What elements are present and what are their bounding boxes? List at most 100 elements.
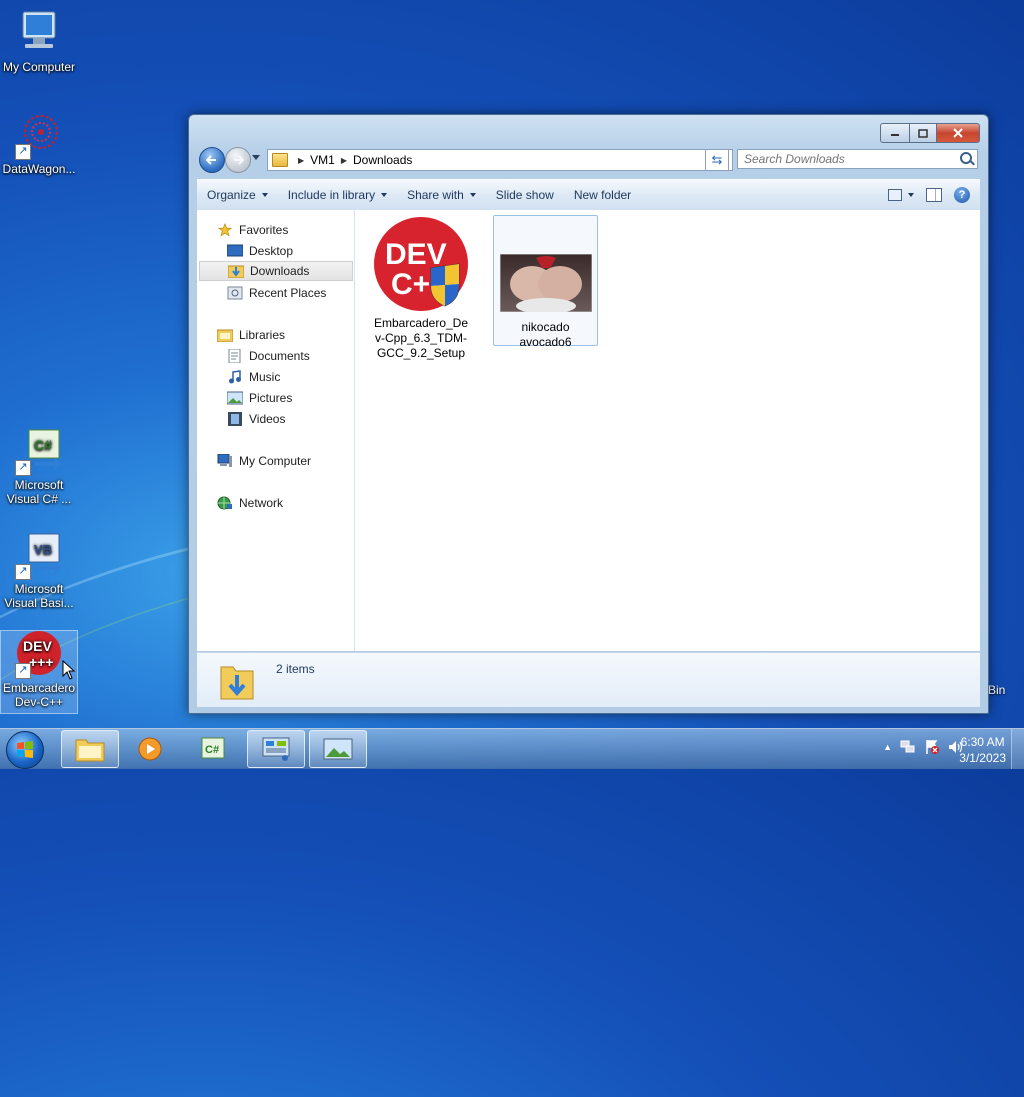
file-name-line: avocado6 bbox=[519, 335, 572, 349]
nav-label: My Computer bbox=[239, 454, 312, 468]
nav-pictures[interactable]: Pictures bbox=[197, 388, 354, 408]
show-desktop-button[interactable] bbox=[1011, 729, 1024, 769]
svg-text:C#: C# bbox=[205, 744, 219, 756]
desktop-icon bbox=[227, 244, 243, 257]
taskbar-visual-csharp-button[interactable]: C# bbox=[184, 730, 242, 768]
show-hidden-icons-icon[interactable]: ▲ bbox=[883, 742, 892, 752]
breadcrumb-separator-icon[interactable]: ▶ bbox=[341, 156, 347, 165]
taskbar-control-panel-button[interactable] bbox=[247, 730, 305, 768]
libraries-icon bbox=[217, 329, 233, 342]
share-label: Share with bbox=[407, 188, 464, 202]
search-icon[interactable] bbox=[960, 152, 972, 164]
nav-recent-places[interactable]: Recent Places bbox=[197, 283, 354, 303]
new-folder-button[interactable]: New folder bbox=[564, 180, 641, 210]
taskbar-explorer-button[interactable] bbox=[61, 730, 119, 768]
clock[interactable]: 6:30 AM 3/1/2023 bbox=[959, 734, 1006, 766]
desktop-icon-label: Microsoft Visual Basi... bbox=[4, 582, 74, 610]
desktop-icon-label: My Computer bbox=[2, 60, 76, 74]
clock-time: 6:30 AM bbox=[960, 735, 1005, 749]
minimize-button[interactable] bbox=[880, 123, 910, 143]
folder-icon bbox=[272, 153, 288, 167]
nav-favorites[interactable]: Favorites bbox=[197, 220, 354, 240]
desktop-icon-visual-basic[interactable]: VB ↗ Microsoft Visual Basi... bbox=[1, 532, 77, 610]
recent-pages-dropdown[interactable] bbox=[252, 155, 260, 160]
details-pane: 2 items bbox=[197, 652, 980, 707]
nav-desktop[interactable]: Desktop bbox=[197, 241, 354, 261]
navigation-row: ▶ VM1 ▶ Downloads ⇆ bbox=[197, 147, 980, 173]
downloads-folder-icon bbox=[220, 666, 254, 700]
visual-csharp-icon: C# bbox=[201, 737, 225, 759]
slide-show-button[interactable]: Slide show bbox=[486, 180, 564, 210]
visual-csharp-icon: C# ↗ bbox=[15, 428, 63, 476]
maximize-button[interactable] bbox=[910, 123, 937, 143]
breadcrumb-downloads[interactable]: Downloads bbox=[353, 153, 412, 167]
taskbar-media-player-button[interactable] bbox=[121, 730, 179, 768]
minimize-icon bbox=[891, 134, 899, 136]
taskbar-image-viewer-button[interactable] bbox=[309, 730, 367, 768]
nav-libraries[interactable]: Libraries bbox=[197, 325, 354, 345]
file-name-line: nikocado bbox=[521, 320, 570, 334]
close-icon bbox=[953, 128, 963, 138]
svg-text:DEV: DEV bbox=[23, 638, 52, 654]
nav-videos[interactable]: Videos bbox=[197, 409, 354, 429]
nav-my-computer[interactable]: My Computer bbox=[197, 451, 354, 471]
desktop-icon-datawagon[interactable]: ↗ DataWagon... bbox=[1, 112, 77, 176]
chevron-down-icon bbox=[469, 193, 476, 197]
explorer-window[interactable]: ▶ VM1 ▶ Downloads ⇆ Organize Include in … bbox=[188, 114, 989, 714]
nav-network[interactable]: Network bbox=[197, 493, 354, 513]
network-tray-icon[interactable] bbox=[900, 740, 916, 754]
svg-text:VB: VB bbox=[34, 542, 52, 557]
documents-icon bbox=[228, 349, 241, 363]
view-options-chevron-icon[interactable] bbox=[908, 193, 914, 197]
desktop-icon-label: Microsoft Visual C# ... bbox=[6, 478, 72, 506]
devcpp-icon-text: DEV bbox=[385, 238, 447, 271]
system-tray: ▲ bbox=[883, 739, 964, 755]
include-in-library-menu[interactable]: Include in library bbox=[278, 180, 397, 210]
breadcrumb-vm1[interactable]: VM1 bbox=[310, 153, 335, 167]
devcpp-setup-icon: DEV C+ bbox=[374, 217, 468, 311]
change-view-icon[interactable] bbox=[888, 189, 902, 201]
search-input[interactable] bbox=[737, 149, 978, 169]
nav-label: Pictures bbox=[249, 391, 293, 405]
breadcrumb-separator-icon[interactable]: ▶ bbox=[298, 156, 304, 165]
close-button[interactable] bbox=[937, 123, 980, 143]
help-icon[interactable]: ? bbox=[954, 187, 970, 203]
preview-pane-icon[interactable] bbox=[926, 188, 942, 202]
nav-label: Libraries bbox=[239, 328, 286, 342]
mouse-cursor-icon bbox=[62, 660, 76, 680]
share-with-menu[interactable]: Share with bbox=[397, 180, 486, 210]
nav-music[interactable]: Music bbox=[197, 367, 354, 387]
nav-label: Desktop bbox=[249, 244, 294, 258]
back-button[interactable] bbox=[199, 147, 225, 173]
control-panel-icon bbox=[262, 737, 290, 761]
downloads-folder-icon bbox=[228, 265, 244, 278]
action-center-flag-icon[interactable] bbox=[924, 739, 940, 755]
address-bar[interactable]: ▶ VM1 ▶ Downloads bbox=[267, 149, 733, 171]
desktop-icon-label: Embarcadero Dev-C++ bbox=[3, 681, 76, 709]
start-button[interactable] bbox=[6, 731, 44, 769]
shortcut-arrow-icon: ↗ bbox=[15, 144, 31, 160]
file-item-nikocado-avocado6[interactable]: nikocado avocado6 bbox=[493, 215, 598, 349]
nav-label: Favorites bbox=[239, 223, 289, 237]
nav-label: Downloads bbox=[250, 264, 310, 278]
pictures-icon bbox=[227, 391, 243, 405]
svg-text:C#: C# bbox=[34, 437, 52, 453]
file-item-devcpp-setup[interactable]: DEV C+ Embarcadero_De v-Cpp_6.3_TDM- GCC… bbox=[371, 216, 471, 361]
desktop-icon-label: DataWagon... bbox=[2, 162, 76, 176]
shortcut-arrow-icon: ↗ bbox=[15, 564, 31, 580]
nav-downloads[interactable]: Downloads bbox=[199, 261, 353, 281]
desktop-icon-my-computer[interactable]: My Computer bbox=[1, 10, 77, 74]
nav-label: Music bbox=[249, 370, 281, 384]
organize-menu[interactable]: Organize bbox=[197, 180, 278, 210]
recycle-bin-label[interactable]: Bin bbox=[988, 683, 1005, 697]
nav-documents[interactable]: Documents bbox=[197, 346, 354, 366]
forward-button[interactable] bbox=[225, 147, 251, 173]
desktop-icon-visual-csharp[interactable]: C# ↗ Microsoft Visual C# ... bbox=[1, 428, 77, 506]
nav-label: Documents bbox=[249, 349, 310, 363]
file-list[interactable]: DEV C+ Embarcadero_De v-Cpp_6.3_TDM- GCC… bbox=[355, 210, 980, 651]
back-arrow-icon bbox=[206, 155, 216, 165]
windows-logo-icon bbox=[17, 741, 33, 758]
refresh-button[interactable]: ⇆ bbox=[705, 149, 729, 171]
navigation-pane: Favorites Desktop Downloads Recent Place… bbox=[197, 210, 355, 651]
datawagon-icon: ↗ bbox=[15, 112, 63, 160]
